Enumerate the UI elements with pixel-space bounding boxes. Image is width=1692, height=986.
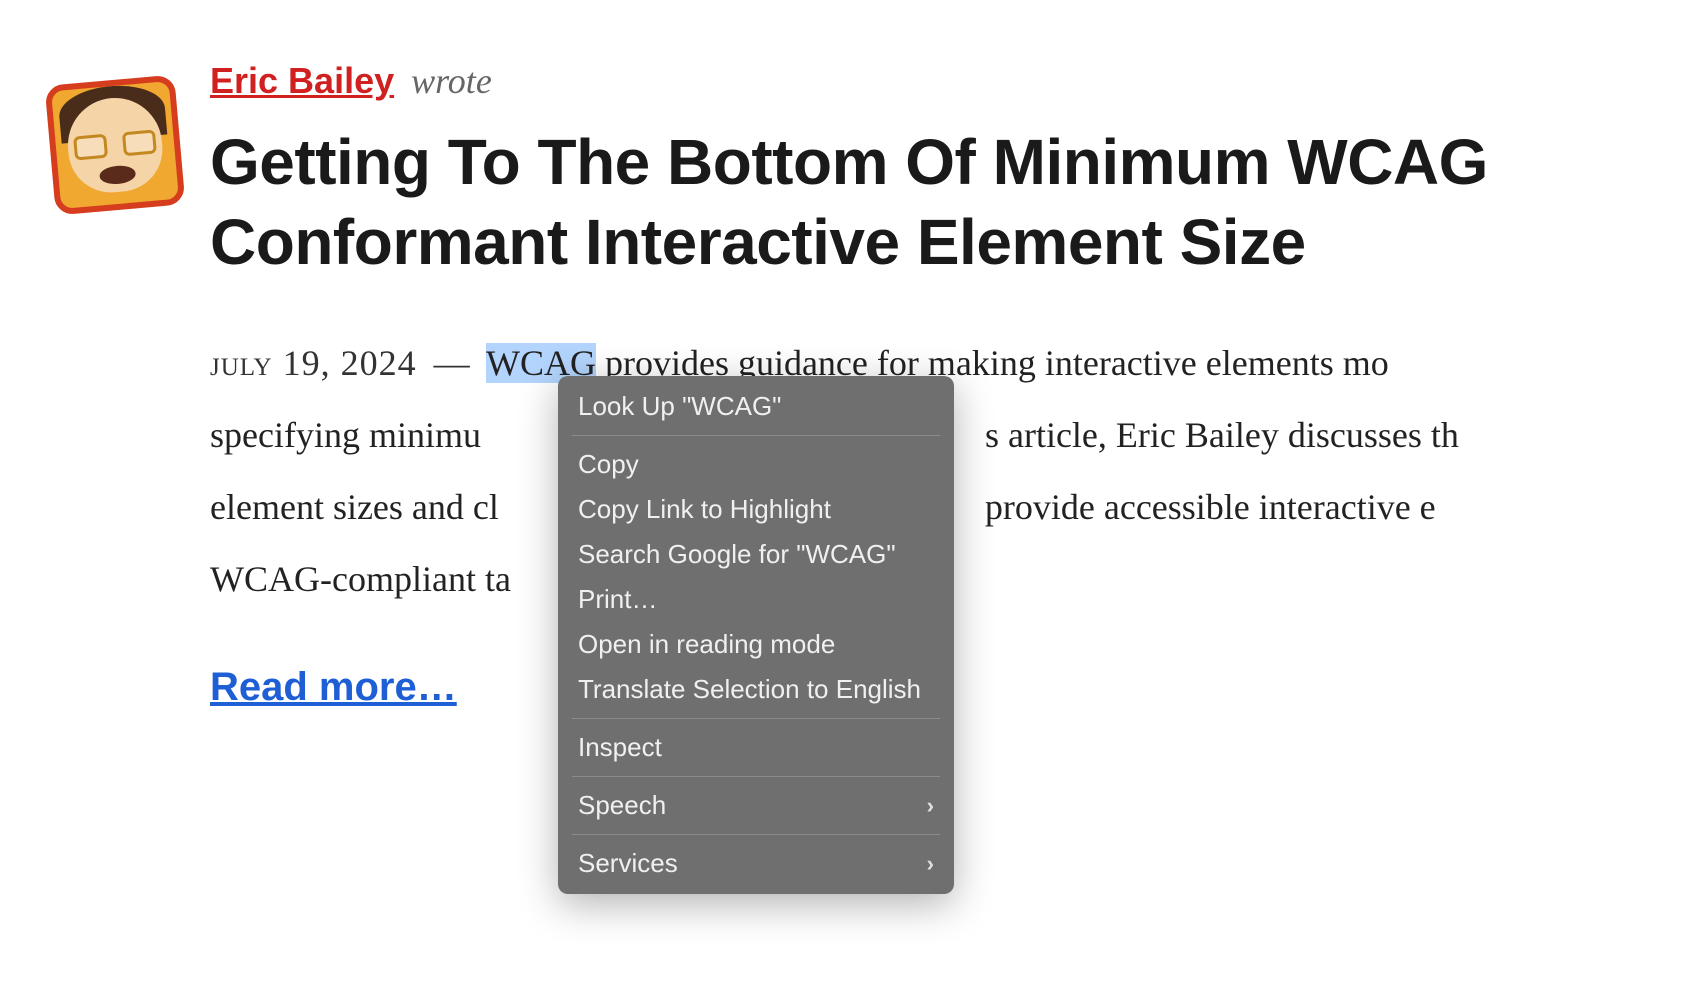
body-text-3b: provide accessible interactive e xyxy=(985,487,1436,527)
body-text-2a: specifying minimu xyxy=(210,415,481,455)
menu-search-label: Search Google for "WCAG" xyxy=(578,539,896,570)
chevron-right-icon: › xyxy=(927,851,934,877)
menu-reading-mode[interactable]: Open in reading mode xyxy=(558,622,954,667)
body-text-4: WCAG-compliant ta xyxy=(210,559,511,599)
menu-speech-label: Speech xyxy=(578,790,666,821)
read-more-link[interactable]: Read more… xyxy=(210,665,457,710)
menu-print[interactable]: Print… xyxy=(558,577,954,622)
context-menu: Look Up "WCAG" Copy Copy Link to Highlig… xyxy=(558,376,954,894)
menu-speech[interactable]: Speech › xyxy=(558,783,954,828)
menu-divider xyxy=(572,834,940,835)
title-line2: Conformant Interactive Element Size xyxy=(210,202,1642,282)
wrote-label: wrote xyxy=(411,61,492,101)
author-link[interactable]: Eric Bailey xyxy=(210,60,394,101)
menu-copy-link[interactable]: Copy Link to Highlight xyxy=(558,487,954,532)
menu-divider xyxy=(572,718,940,719)
menu-inspect-label: Inspect xyxy=(578,732,662,763)
body-text-3a: element sizes and cl xyxy=(210,487,499,527)
menu-services-label: Services xyxy=(578,848,678,879)
dash-separator: — xyxy=(434,343,470,383)
menu-lookup-label: Look Up "WCAG" xyxy=(578,391,781,422)
menu-inspect[interactable]: Inspect xyxy=(558,725,954,770)
menu-services[interactable]: Services › xyxy=(558,841,954,886)
menu-lookup[interactable]: Look Up "WCAG" xyxy=(558,384,954,429)
menu-translate-label: Translate Selection to English xyxy=(578,674,921,705)
byline: Eric Bailey wrote xyxy=(210,60,1642,102)
menu-divider xyxy=(572,776,940,777)
body-text-2b: s article, Eric Bailey discusses th xyxy=(985,415,1459,455)
menu-copy-label: Copy xyxy=(578,449,639,480)
menu-divider xyxy=(572,435,940,436)
menu-reading-mode-label: Open in reading mode xyxy=(578,629,835,660)
menu-print-label: Print… xyxy=(578,584,657,615)
chevron-right-icon: › xyxy=(927,793,934,819)
menu-copy[interactable]: Copy xyxy=(558,442,954,487)
title-line1: Getting To The Bottom Of Minimum WCAG xyxy=(210,126,1488,198)
menu-translate[interactable]: Translate Selection to English xyxy=(558,667,954,712)
menu-copy-link-label: Copy Link to Highlight xyxy=(578,494,831,525)
article-date: july 19, 2024 xyxy=(210,343,417,383)
menu-search[interactable]: Search Google for "WCAG" xyxy=(558,532,954,577)
author-avatar[interactable] xyxy=(45,75,186,216)
article-title: Getting To The Bottom Of Minimum WCAG Co… xyxy=(210,122,1642,282)
